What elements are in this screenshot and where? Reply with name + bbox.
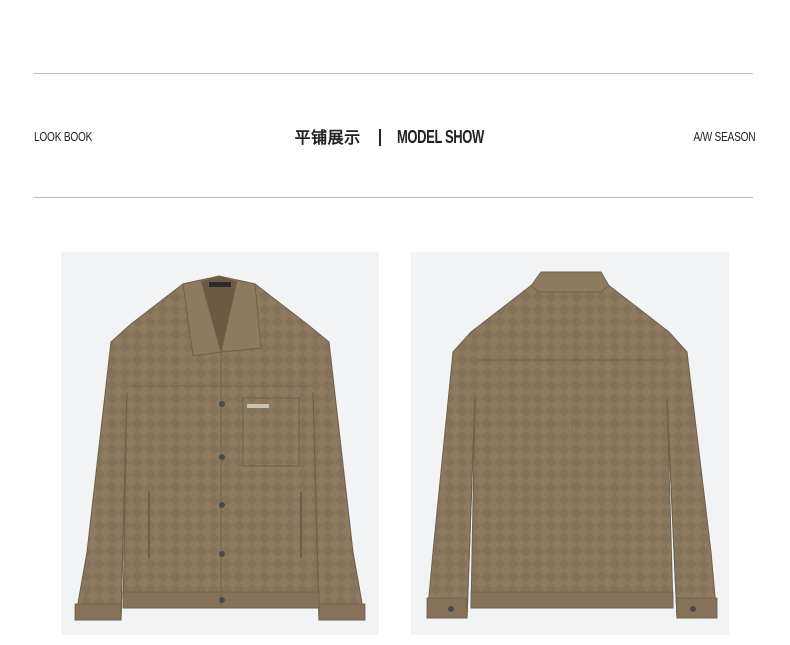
bottom-divider (34, 197, 753, 198)
section-title: 平铺展示 MODEL SHOW (0, 122, 790, 152)
season-label: A/W SEASON (693, 129, 755, 144)
jacket-front-image (61, 252, 379, 635)
title-chinese: 平铺展示 (294, 128, 361, 147)
top-divider (34, 73, 753, 74)
title-separator (378, 129, 381, 147)
title-english: MODEL SHOW (396, 127, 484, 147)
section-header: LOOK BOOK 平铺展示 MODEL SHOW A/W SEASON (0, 122, 790, 152)
jacket-back-image (411, 252, 729, 635)
